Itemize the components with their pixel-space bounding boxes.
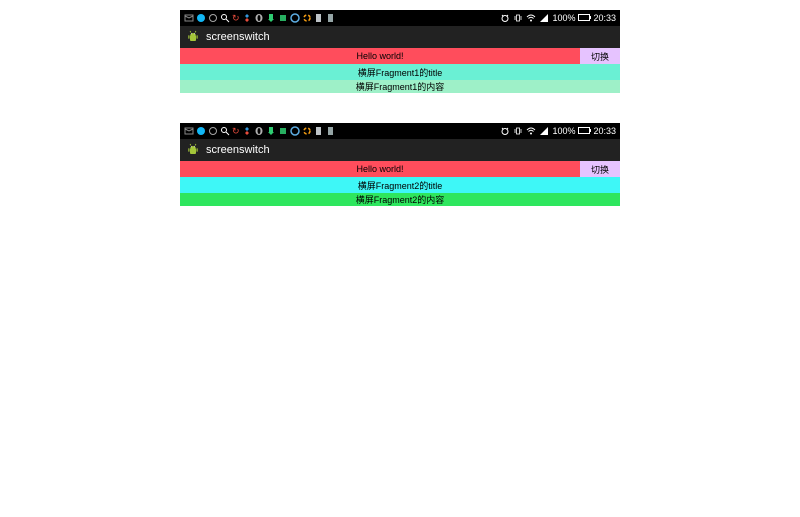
android-icon [186, 30, 200, 44]
sync-icon [208, 13, 218, 23]
hello-text: Hello world! [180, 48, 580, 64]
status-bar: ↻ [180, 123, 620, 139]
alarm-icon [500, 126, 510, 136]
doc-icon [314, 13, 324, 23]
battery-percent: 100% [552, 13, 575, 23]
status-right-icons: 100% 20:33 [500, 126, 616, 136]
download-icon [266, 13, 276, 23]
fragment-title: 横屏Fragment2的title [180, 177, 620, 193]
qq-icon [196, 13, 206, 23]
hello-text: Hello world! [180, 161, 580, 177]
notif-icon [184, 126, 194, 136]
search-icon [220, 126, 230, 136]
search-icon [220, 13, 230, 23]
sync-arrows-icon: ↻ [232, 126, 240, 137]
battery-icon [578, 13, 590, 23]
switch-button[interactable]: 切换 [580, 161, 620, 177]
header-row: Hello world! 切换 [180, 48, 620, 64]
vibrate-icon [513, 13, 523, 23]
alarm-icon [500, 13, 510, 23]
battery-icon [578, 126, 590, 136]
download-icon [266, 126, 276, 136]
globe-icon [290, 126, 300, 136]
refresh-icon [242, 13, 252, 23]
app-bar: screenswitch [180, 139, 620, 161]
spinner-icon [302, 13, 312, 23]
switch-button[interactable]: 切换 [580, 48, 620, 64]
opera-icon [254, 13, 264, 23]
qq-icon [196, 126, 206, 136]
status-left-icons: ↻ [184, 13, 336, 24]
battery-percent: 100% [552, 126, 575, 136]
doc2-icon [326, 126, 336, 136]
signal-icon [539, 126, 549, 136]
doc-icon [314, 126, 324, 136]
phone-screen-1: ↻ [180, 10, 620, 93]
sync-arrows-icon: ↻ [232, 13, 240, 24]
vibrate-icon [513, 126, 523, 136]
refresh-icon [242, 126, 252, 136]
fragment-content: 横屏Fragment1的内容 [180, 80, 620, 93]
globe-icon [290, 13, 300, 23]
sync-icon [208, 126, 218, 136]
wifi-icon [526, 126, 536, 136]
wifi-icon [526, 13, 536, 23]
app-title: screenswitch [206, 31, 270, 43]
status-left-icons: ↻ [184, 126, 336, 137]
spinner-icon [302, 126, 312, 136]
clock-time: 20:33 [593, 13, 616, 23]
status-right-icons: 100% 20:33 [500, 13, 616, 23]
android-icon [186, 143, 200, 157]
phone-screen-2: ↻ [180, 123, 620, 206]
header-row: Hello world! 切换 [180, 161, 620, 177]
app-title: screenswitch [206, 144, 270, 156]
opera-icon [254, 126, 264, 136]
fragment-title: 横屏Fragment1的title [180, 64, 620, 80]
app-bar: screenswitch [180, 26, 620, 48]
app-icon [278, 126, 288, 136]
app-icon [278, 13, 288, 23]
notif-icon [184, 13, 194, 23]
clock-time: 20:33 [593, 126, 616, 136]
signal-icon [539, 13, 549, 23]
status-bar: ↻ [180, 10, 620, 26]
doc2-icon [326, 13, 336, 23]
fragment-content: 横屏Fragment2的内容 [180, 193, 620, 206]
